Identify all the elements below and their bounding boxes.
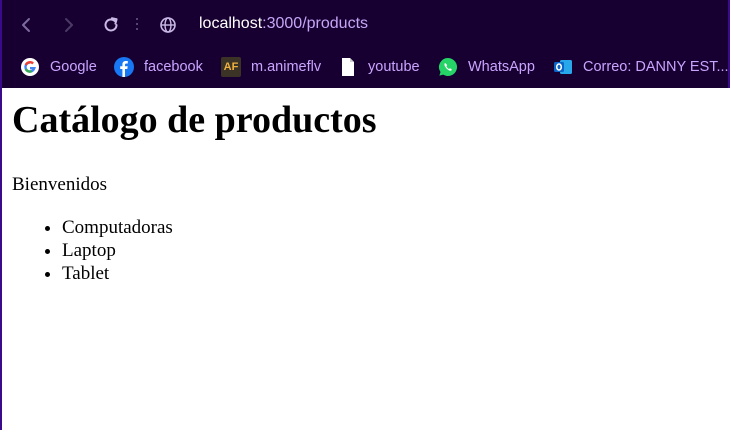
bookmark-label: WhatsApp — [468, 59, 535, 75]
document-icon — [338, 57, 358, 77]
product-list: Computadoras Laptop Tablet — [24, 216, 173, 285]
bookmark-youtube[interactable]: youtube — [338, 55, 420, 79]
browser-chrome: localhost:3000/products Google facebook … — [0, 0, 730, 88]
reload-icon — [104, 17, 118, 32]
bookmark-label: m.animeflv — [251, 59, 322, 75]
forward-arrow-icon — [65, 18, 73, 32]
facebook-icon — [114, 57, 134, 77]
bookmark-facebook[interactable]: facebook — [114, 55, 203, 79]
bookmarks-bar: Google facebook AF m.animeflv youtube Wh… — [2, 52, 729, 82]
welcome-text: Bienvenidos — [12, 174, 107, 195]
bookmark-whatsapp[interactable]: WhatsApp — [438, 55, 535, 79]
back-button[interactable] — [11, 9, 43, 41]
whatsapp-icon — [438, 57, 458, 77]
reload-button[interactable] — [95, 9, 127, 41]
page-content: Catálogo de productos Bienvenidos Comput… — [0, 88, 730, 430]
list-item: Computadoras — [62, 216, 173, 239]
url-path: :3000/products — [262, 15, 369, 32]
back-arrow-icon — [22, 18, 30, 32]
animeflv-icon: AF — [221, 57, 241, 77]
bookmark-google[interactable]: Google — [20, 55, 97, 79]
address-bar[interactable]: localhost:3000/products — [199, 15, 368, 33]
globe-icon — [160, 17, 176, 33]
list-item: Tablet — [62, 262, 173, 285]
toolbar-separator — [136, 18, 138, 32]
site-info-button[interactable] — [152, 9, 184, 41]
page-title: Catálogo de productos — [12, 99, 377, 141]
bookmark-label: facebook — [144, 59, 203, 75]
bookmark-label: Correo: DANNY EST... — [583, 59, 729, 75]
bookmark-label: youtube — [368, 59, 420, 75]
bookmark-correo[interactable]: Correo: DANNY EST... — [553, 55, 729, 79]
bookmark-label: Google — [50, 59, 97, 75]
google-icon — [20, 57, 40, 77]
forward-button[interactable] — [52, 9, 84, 41]
browser-toolbar: localhost:3000/products — [2, 0, 728, 50]
bookmark-animeflv[interactable]: AF m.animeflv — [221, 55, 321, 79]
outlook-icon — [553, 57, 573, 77]
url-host: localhost — [199, 15, 263, 32]
list-item: Laptop — [62, 239, 173, 262]
